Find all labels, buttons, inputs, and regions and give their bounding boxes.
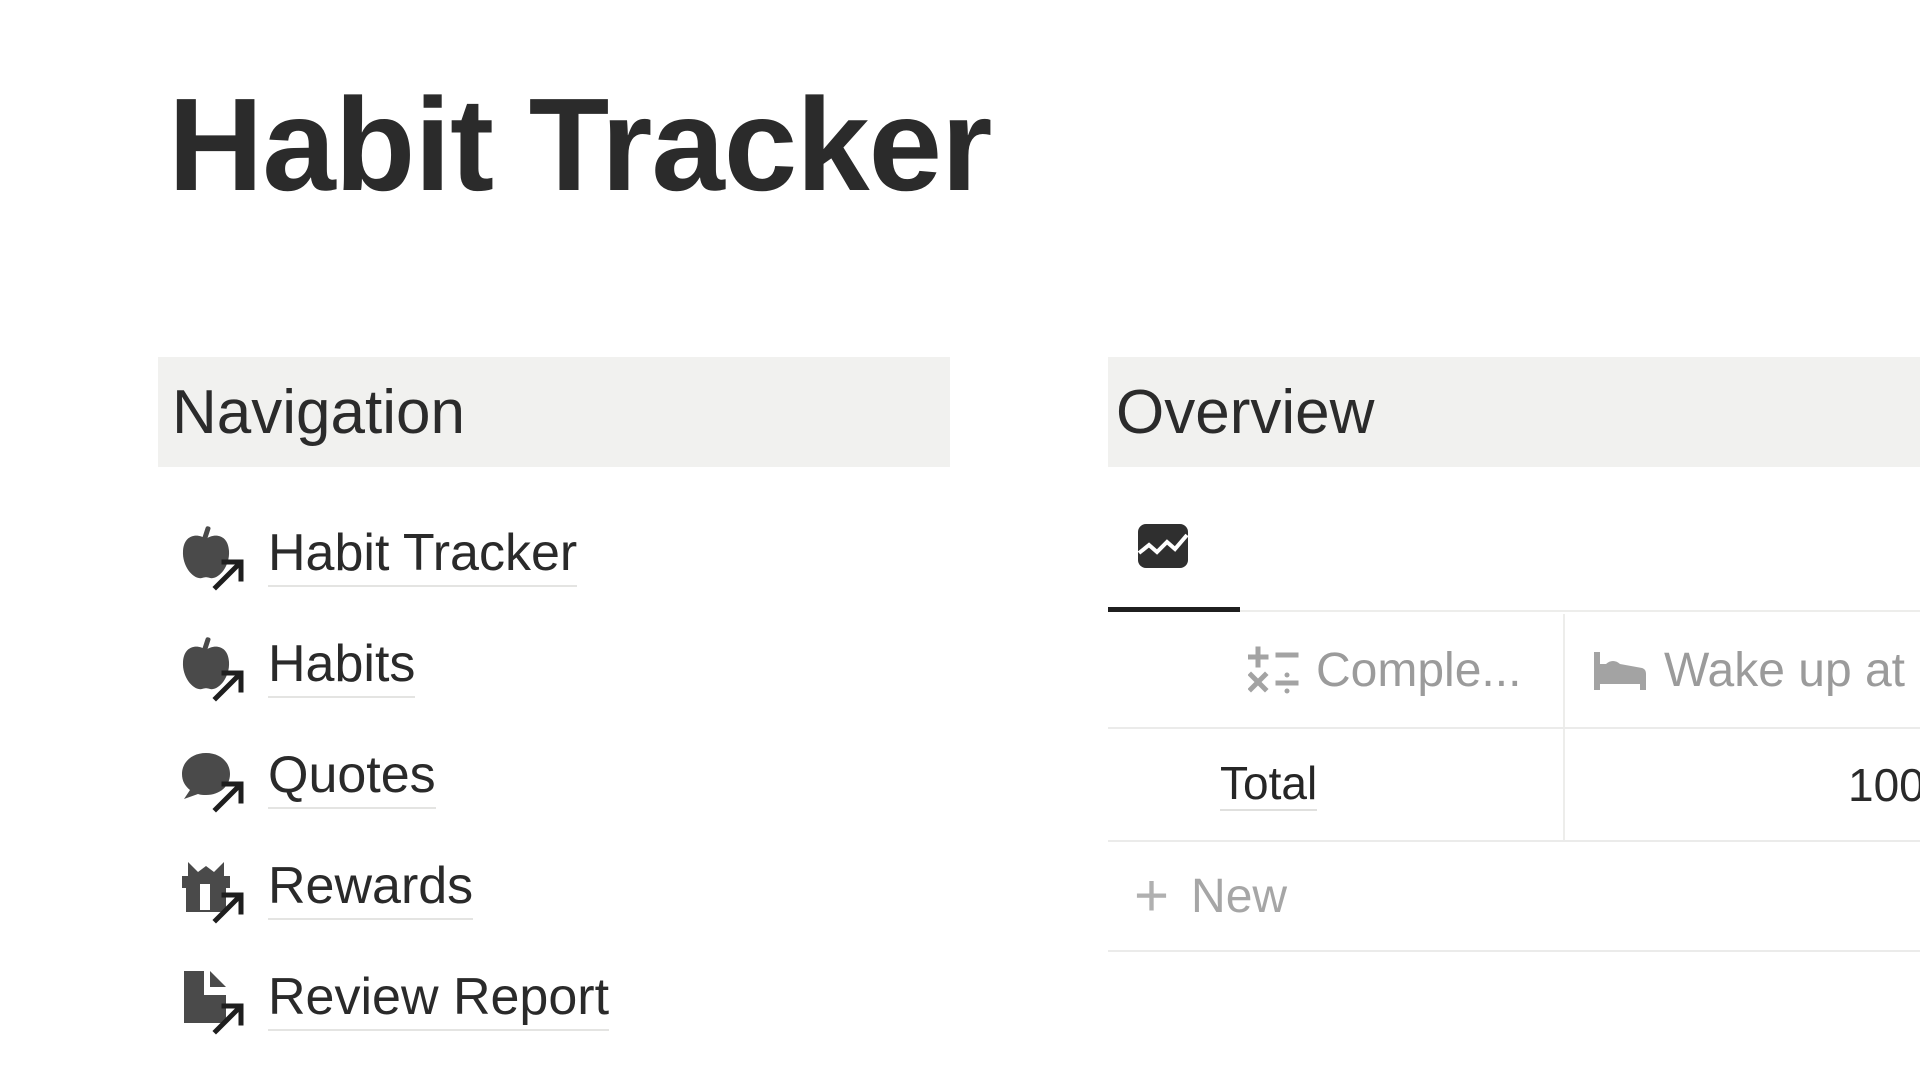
- column-divider: [1563, 729, 1565, 840]
- overview-header: Overview: [1108, 357, 1920, 467]
- active-tab-indicator: [1108, 607, 1240, 612]
- new-row-label: New: [1191, 869, 1288, 923]
- column-header-label: Comple...: [1316, 644, 1522, 697]
- navigation-header: Navigation: [158, 357, 950, 467]
- nav-item-label: Rewards: [268, 857, 474, 921]
- nav-item-quotes[interactable]: Quotes: [180, 722, 609, 833]
- row-name: Total: [1220, 757, 1318, 811]
- column-header-label: Wake up at: [1664, 644, 1906, 697]
- apple-link-icon: [180, 521, 250, 591]
- navigation-header-label: Navigation: [172, 377, 465, 447]
- page-title: Habit Tracker: [168, 71, 992, 218]
- table-header-row: Comple... Wake up at: [1108, 614, 1920, 729]
- page: Habit Tracker Navigation Habit Tracker H…: [0, 0, 1920, 1080]
- plus-icon: +: [1134, 862, 1170, 929]
- column-divider[interactable]: [1563, 614, 1565, 727]
- nav-item-label: Habits: [268, 635, 416, 699]
- overview-table: Comple... Wake up at Total 100 + New: [1108, 614, 1920, 952]
- nav-item-habit-tracker[interactable]: Habit Tracker: [180, 500, 609, 611]
- overview-view-tabs: [1108, 500, 1920, 612]
- gift-link-icon: [180, 854, 250, 924]
- tab-chart-view[interactable]: [1108, 500, 1240, 612]
- overview-header-label: Overview: [1116, 377, 1375, 447]
- nav-item-label: Review Report: [268, 968, 610, 1032]
- add-new-row-button[interactable]: + New: [1108, 842, 1920, 952]
- wake-up-at-value[interactable]: 100: [1848, 729, 1920, 840]
- column-header-complete[interactable]: Comple...: [1248, 614, 1521, 727]
- nav-item-label: Quotes: [268, 746, 436, 810]
- navigation-list: Habit Tracker Habits Quotes Rewards Revi…: [180, 500, 610, 1055]
- bed-icon: [1594, 651, 1646, 690]
- table-row[interactable]: Total 100: [1108, 729, 1920, 842]
- speech-bubble-link-icon: [180, 743, 250, 813]
- row-name-cell[interactable]: Total: [1220, 729, 1318, 840]
- nav-item-rewards[interactable]: Rewards: [180, 833, 609, 944]
- nav-item-label: Habit Tracker: [268, 524, 578, 588]
- tab-divider: [1240, 610, 1920, 612]
- formula-icon: [1248, 646, 1299, 693]
- document-link-icon: [180, 965, 250, 1035]
- apple-link-icon: [180, 632, 250, 702]
- nav-item-review-report[interactable]: Review Report: [180, 944, 610, 1055]
- nav-item-habits[interactable]: Habits: [180, 611, 609, 722]
- column-header-wake-up-at[interactable]: Wake up at: [1592, 614, 1905, 727]
- chart-line-icon: [1137, 524, 1189, 568]
